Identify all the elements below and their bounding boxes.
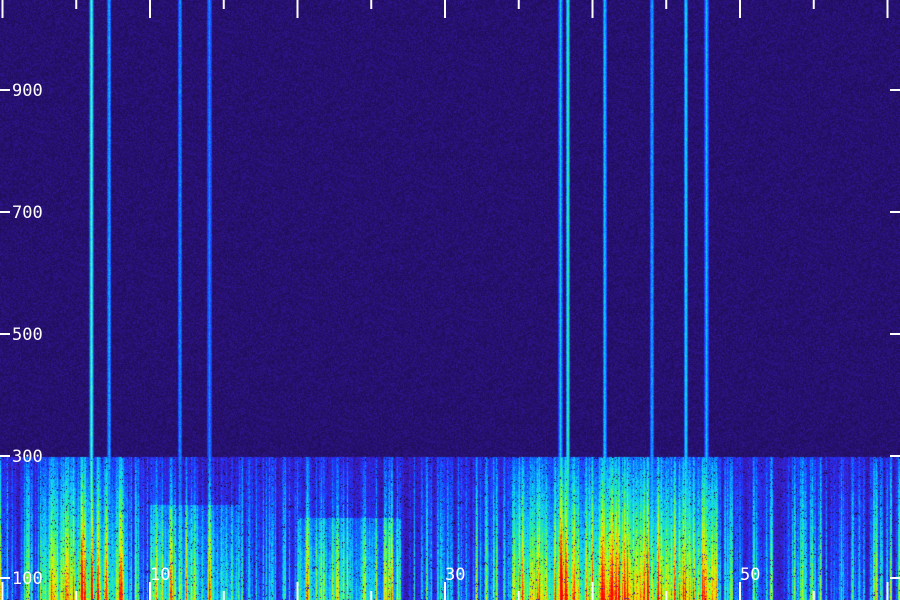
y-tick-label-700: 700 [12, 203, 43, 223]
x-tick-label-30: 30 [445, 565, 465, 585]
y-axis-right [890, 89, 900, 579]
y-tick-label-100: 100 [12, 569, 43, 589]
y-tick-label-900: 900 [12, 81, 43, 101]
x-tick-label-10: 10 [150, 565, 170, 585]
x-axis-bottom: 10 30 50 [1, 565, 889, 600]
y-tick-label-500: 500 [12, 325, 43, 345]
axes-overlay: 100 300 500 700 900 10 30 50 [0, 0, 900, 600]
x-tick-label-50: 50 [740, 565, 760, 585]
y-tick-label-300: 300 [12, 447, 43, 467]
y-axis-left: 100 300 500 700 900 [0, 81, 43, 589]
x-axis-top [1, 0, 889, 18]
